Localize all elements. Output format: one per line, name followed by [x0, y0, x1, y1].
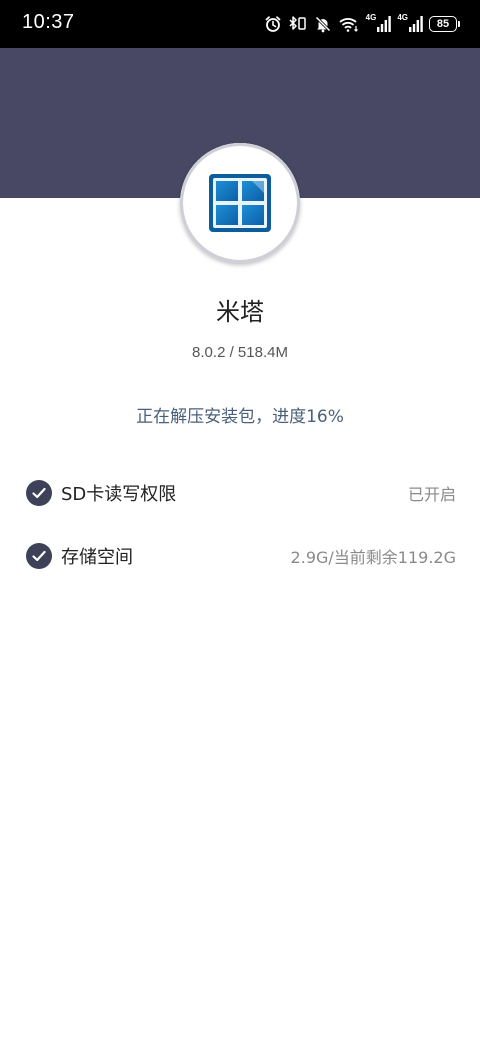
signal-4g-icon: 4G [366, 13, 392, 35]
battery-tip [458, 21, 460, 27]
permission-label: 存储空间 [61, 547, 133, 568]
signal-1-label: 4G [365, 13, 377, 22]
permission-label: SD卡读写权限 [61, 484, 177, 505]
install-progress-text: 正在解压安装包，进度16% [136, 407, 344, 427]
status-icons: 4G 4G 85 [264, 13, 460, 35]
app-name: 米塔 [216, 298, 264, 326]
permission-row-sd-card: SD卡读写权限 已开启 [26, 479, 456, 507]
storage-space-value: 2.9G/当前剩余119.2G [290, 548, 456, 567]
wifi-icon [338, 13, 360, 35]
status-bar: 10:37 4G 4G 85 [0, 0, 480, 48]
permission-row-storage: 存储空间 2.9G/当前剩余119.2G [26, 542, 456, 570]
bluetooth-vibrate-icon [288, 13, 308, 35]
check-circle-icon [26, 480, 52, 506]
check-circle-icon [26, 543, 52, 569]
status-time: 10:37 [22, 11, 75, 33]
mute-bell-icon [314, 13, 332, 35]
signal-2-label: 4G [397, 13, 408, 22]
permission-status: 已开启 [407, 485, 456, 504]
app-icon-container [180, 143, 300, 263]
battery-icon: 85 [429, 16, 460, 32]
app-icon-ring [180, 143, 300, 263]
app-version-size: 8.0.2 / 518.4M [192, 344, 288, 361]
signal-4g-icon: 4G [397, 13, 423, 35]
battery-level: 85 [429, 16, 457, 32]
alarm-icon [264, 13, 282, 35]
